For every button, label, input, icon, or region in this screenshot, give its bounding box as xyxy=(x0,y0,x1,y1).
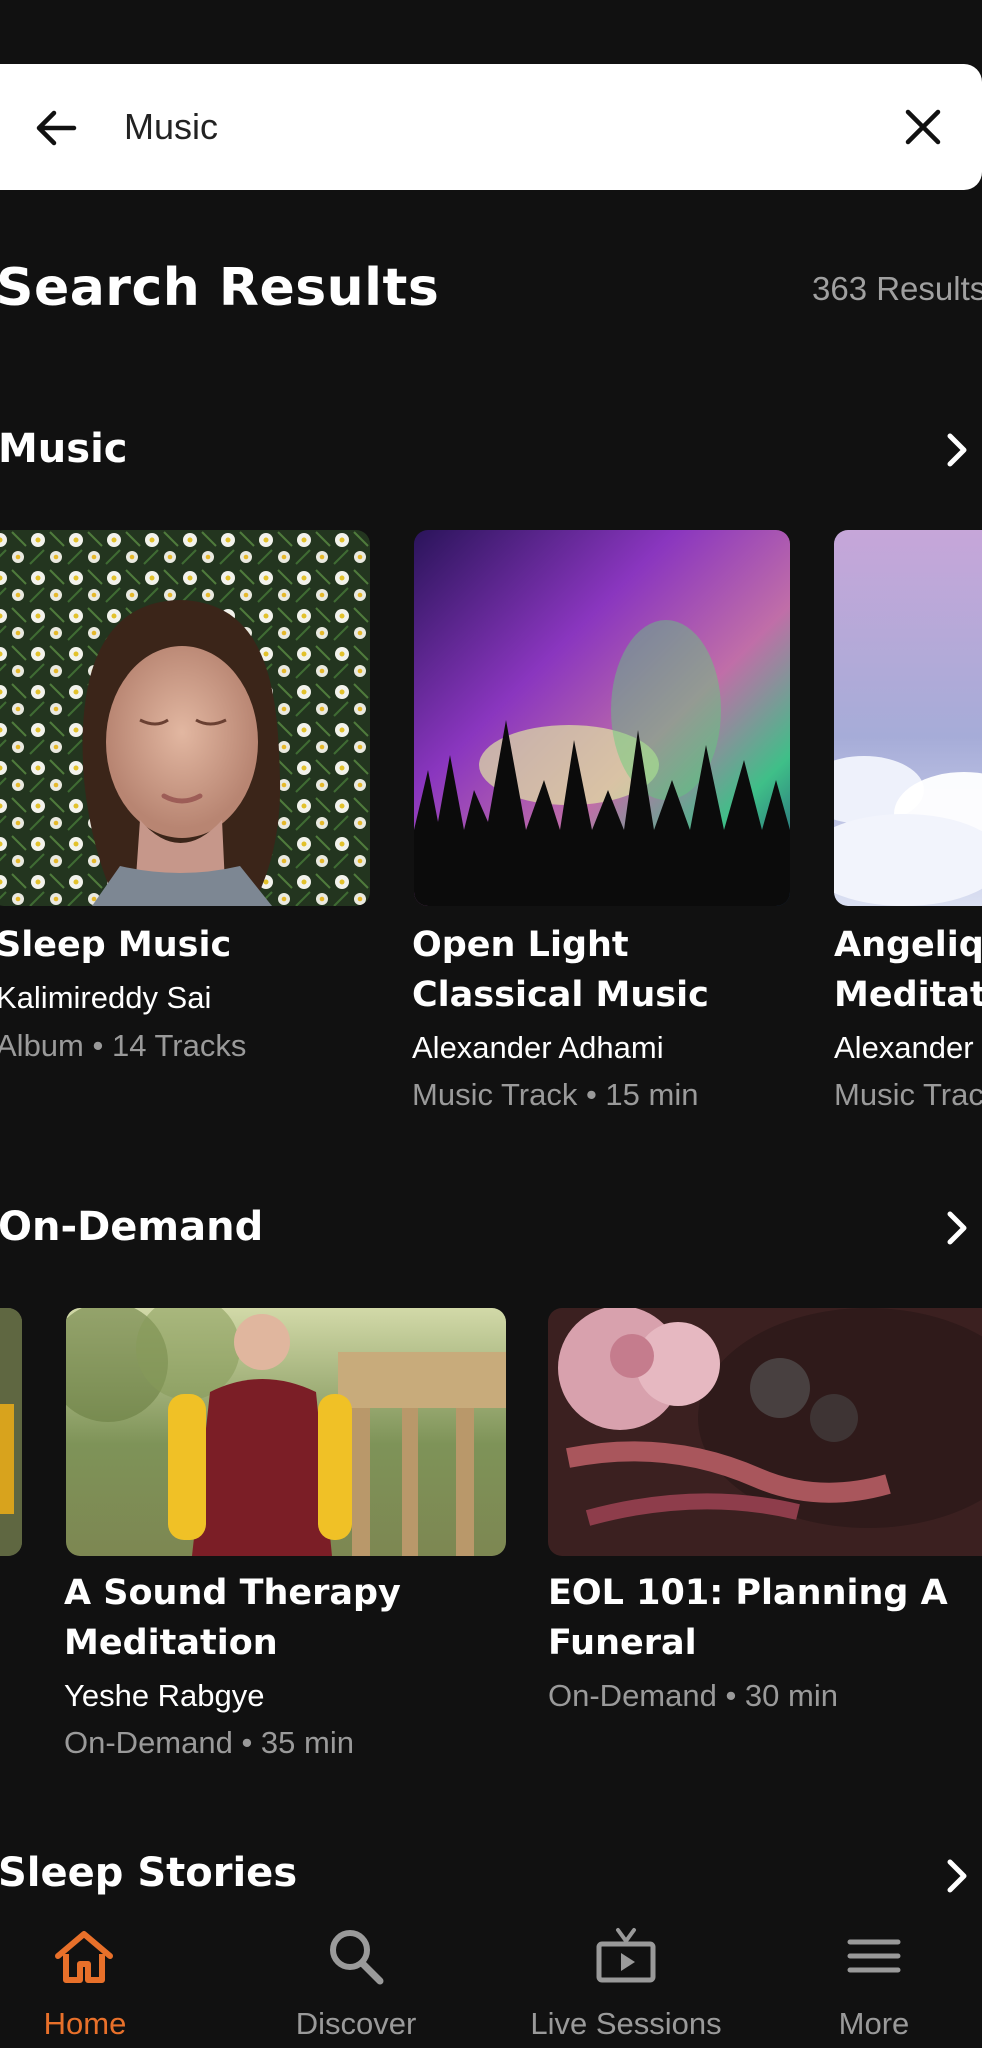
results-count: 363 Results xyxy=(812,270,982,307)
card-meta: Music Trac xyxy=(834,1077,982,1112)
section-title-music: Music xyxy=(0,426,128,472)
nav-label: Home xyxy=(43,2006,127,2041)
pastel-clouds-image xyxy=(834,530,982,906)
card-title-line: A Sound Therapy xyxy=(64,1573,401,1613)
chevron-right-icon[interactable] xyxy=(940,1856,974,1896)
man-in-garden-image xyxy=(66,1308,506,1556)
nav-live-sessions[interactable]: Live Sessions xyxy=(496,1900,756,2048)
partial-card-image xyxy=(0,1308,22,1556)
nav-label: Live Sessions xyxy=(530,2006,722,2041)
card-author: Kalimireddy Sai xyxy=(0,980,212,1015)
aurora-forest-image xyxy=(414,530,790,906)
card-meta: Music Track • 15 min xyxy=(412,1077,699,1112)
card-title-line: Meditation xyxy=(64,1623,278,1663)
nav-label: Discover xyxy=(295,2006,417,2041)
menu-icon xyxy=(847,1939,901,1973)
card-title-line: Funeral xyxy=(548,1623,697,1663)
chevron-right-icon[interactable] xyxy=(940,1208,974,1248)
card-title-line: Open Light xyxy=(412,925,629,965)
card-author: Alexander xyxy=(834,1030,974,1065)
woman-in-daisies-image xyxy=(0,530,370,906)
card-meta: On-Demand • 30 min xyxy=(548,1678,838,1713)
nav-more[interactable]: More xyxy=(766,1900,982,2048)
page-title: Search Results xyxy=(0,258,440,318)
card-author: Alexander Adhami xyxy=(412,1030,664,1065)
bottom-nav: Home Discover Live Sessions More xyxy=(0,1900,982,2048)
nav-label: More xyxy=(838,2006,910,2041)
card-title-line: EOL 101: Planning A xyxy=(548,1573,948,1613)
card-title-line: Meditat xyxy=(834,975,982,1015)
close-icon[interactable] xyxy=(898,102,948,152)
chevron-right-icon[interactable] xyxy=(940,430,974,470)
card-meta: On-Demand • 35 min xyxy=(64,1725,354,1760)
search-icon xyxy=(330,1930,384,1985)
home-icon xyxy=(55,1931,113,1983)
back-arrow-icon[interactable] xyxy=(30,102,82,154)
section-title-ondemand: On-Demand xyxy=(0,1204,264,1250)
nav-discover[interactable]: Discover xyxy=(226,1900,486,2048)
nav-home[interactable]: Home xyxy=(0,1900,170,2048)
card-title-line: Angeliq xyxy=(834,925,982,965)
card-title-line: Classical Music xyxy=(412,975,709,1015)
card-author: Yeshe Rabgye xyxy=(64,1678,265,1713)
search-input[interactable] xyxy=(124,94,824,160)
card-meta: Album • 14 Tracks xyxy=(0,1028,247,1063)
section-title-sleep-stories: Sleep Stories xyxy=(0,1850,298,1896)
tv-icon xyxy=(596,1928,656,1983)
pink-flowers-image xyxy=(548,1308,982,1556)
search-bar xyxy=(0,64,982,190)
status-bar xyxy=(0,0,982,64)
